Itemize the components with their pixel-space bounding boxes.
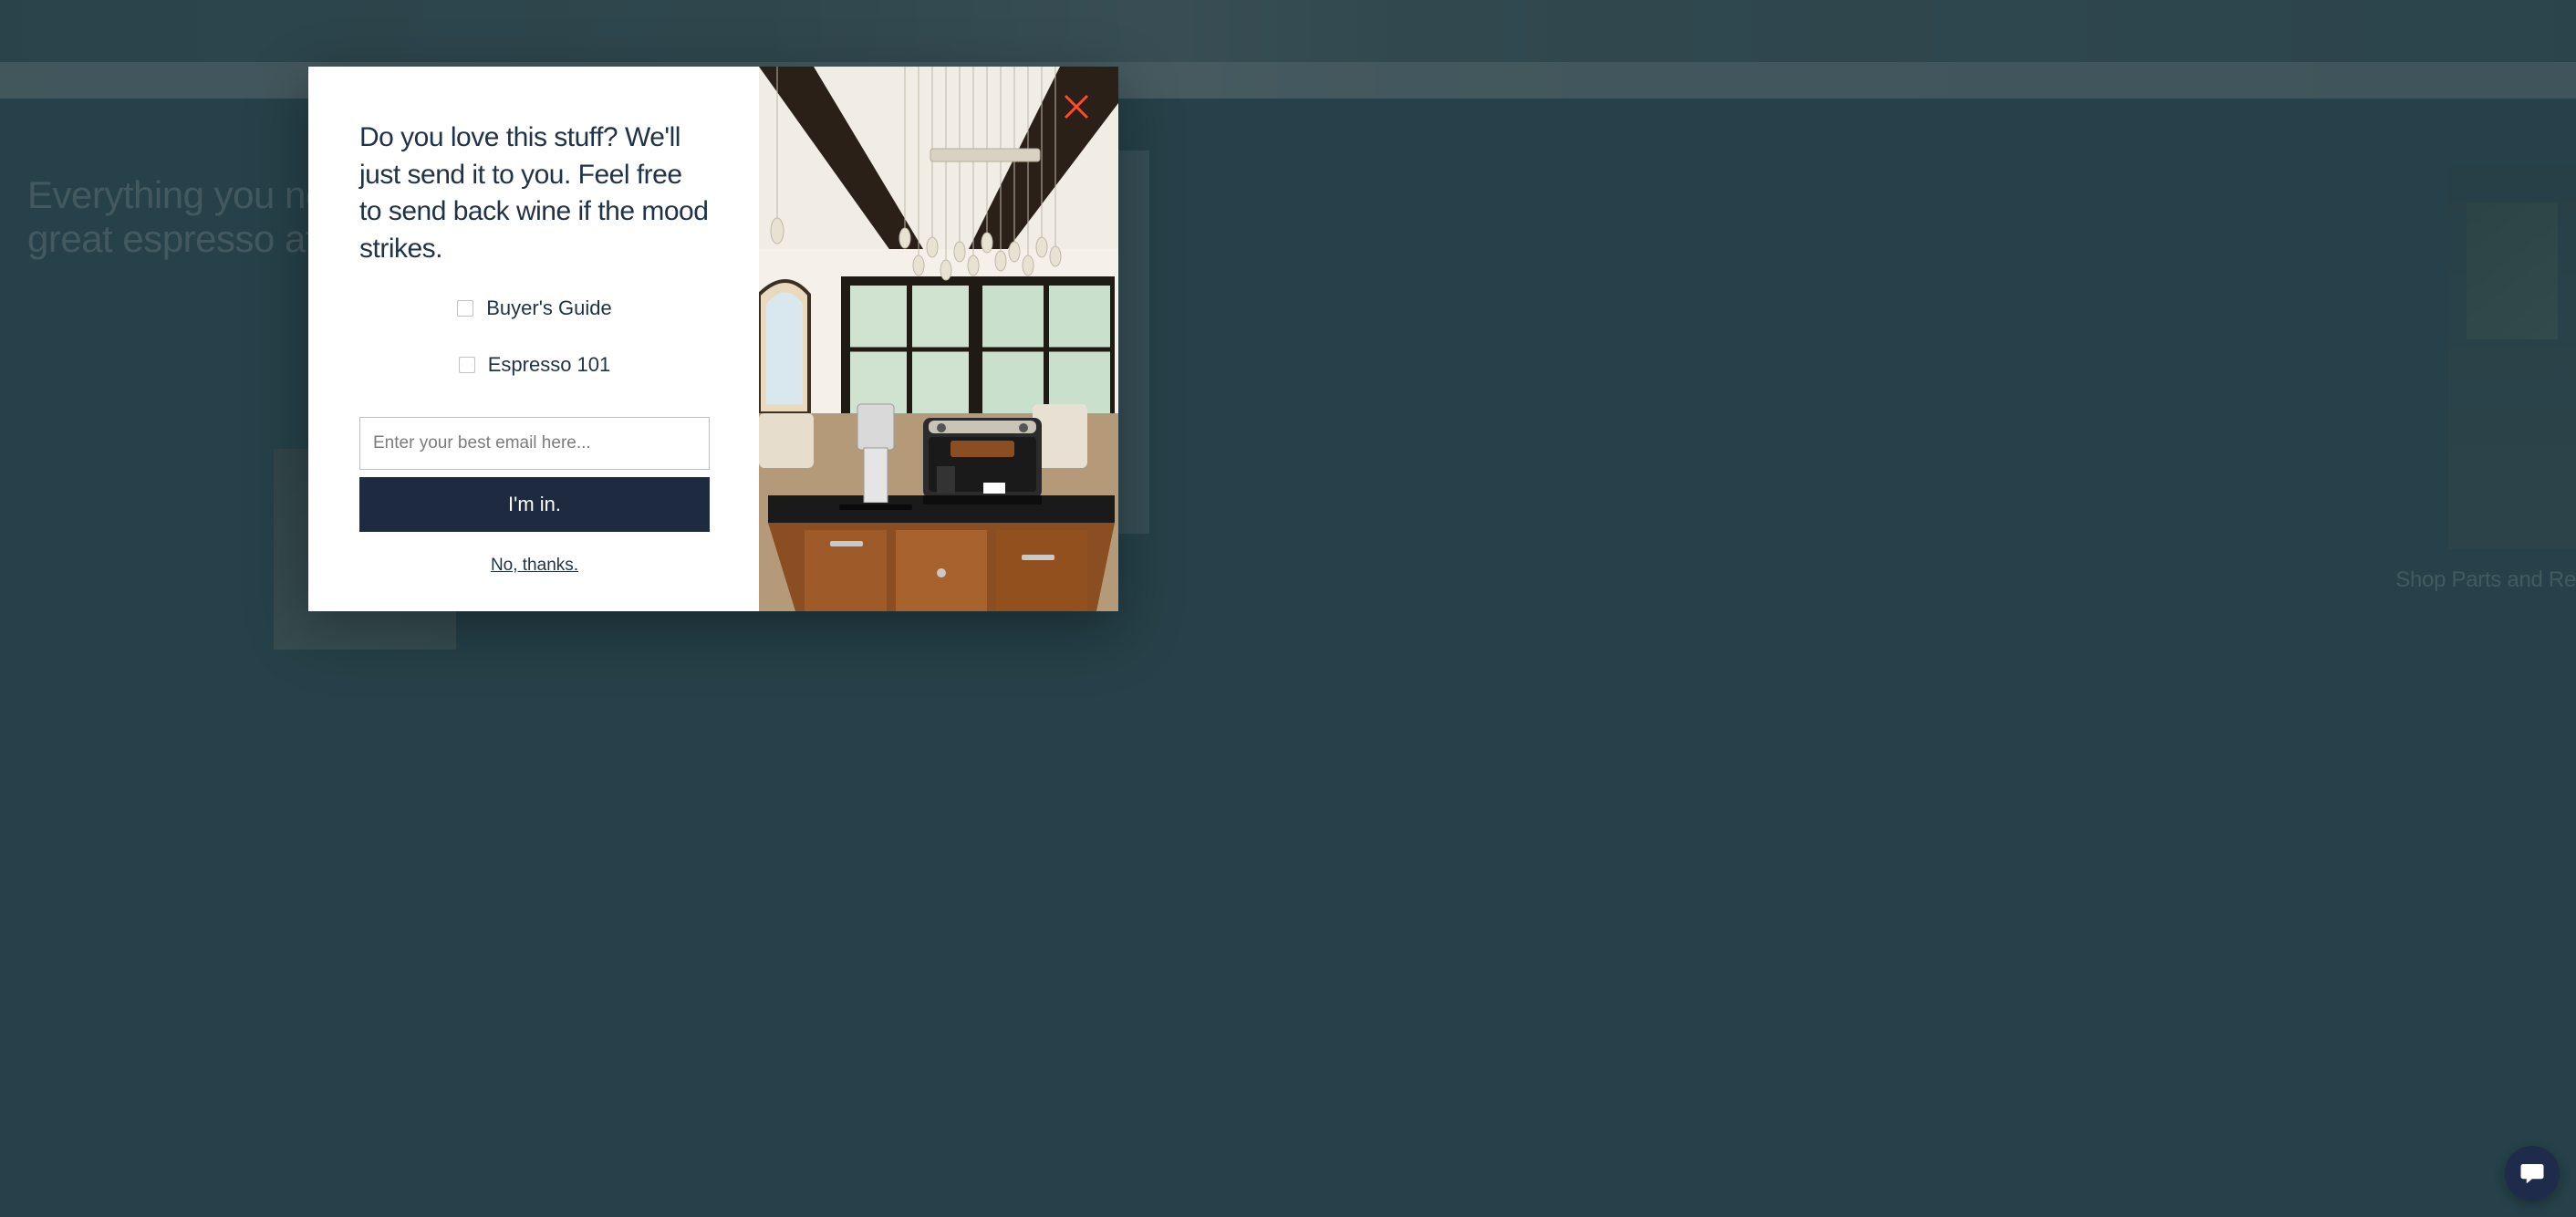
chat-icon [2519,1160,2546,1187]
checkbox-box-icon [459,357,475,373]
modal-heading: Do you love this stuff? We'll just send … [359,120,710,267]
chat-widget-button[interactable] [2505,1146,2560,1201]
decline-link[interactable]: No, thanks. [359,556,710,576]
close-button[interactable] [1062,92,1091,121]
newsletter-modal: Do you love this stuff? We'll just send … [308,67,1118,611]
modal-image-pane [759,67,1118,611]
checkbox-espresso-101[interactable]: Espresso 101 [359,353,710,377]
checkbox-label: Espresso 101 [488,353,611,377]
email-field[interactable] [359,417,710,470]
checkbox-label: Buyer's Guide [486,296,612,320]
kitchen-illustration [759,67,1118,611]
submit-button[interactable]: I'm in. [359,477,710,532]
modal-content-pane: Do you love this stuff? We'll just send … [308,67,759,611]
close-icon [1062,92,1091,121]
checkbox-buyers-guide[interactable]: Buyer's Guide [359,296,710,320]
checkbox-box-icon [457,300,473,317]
